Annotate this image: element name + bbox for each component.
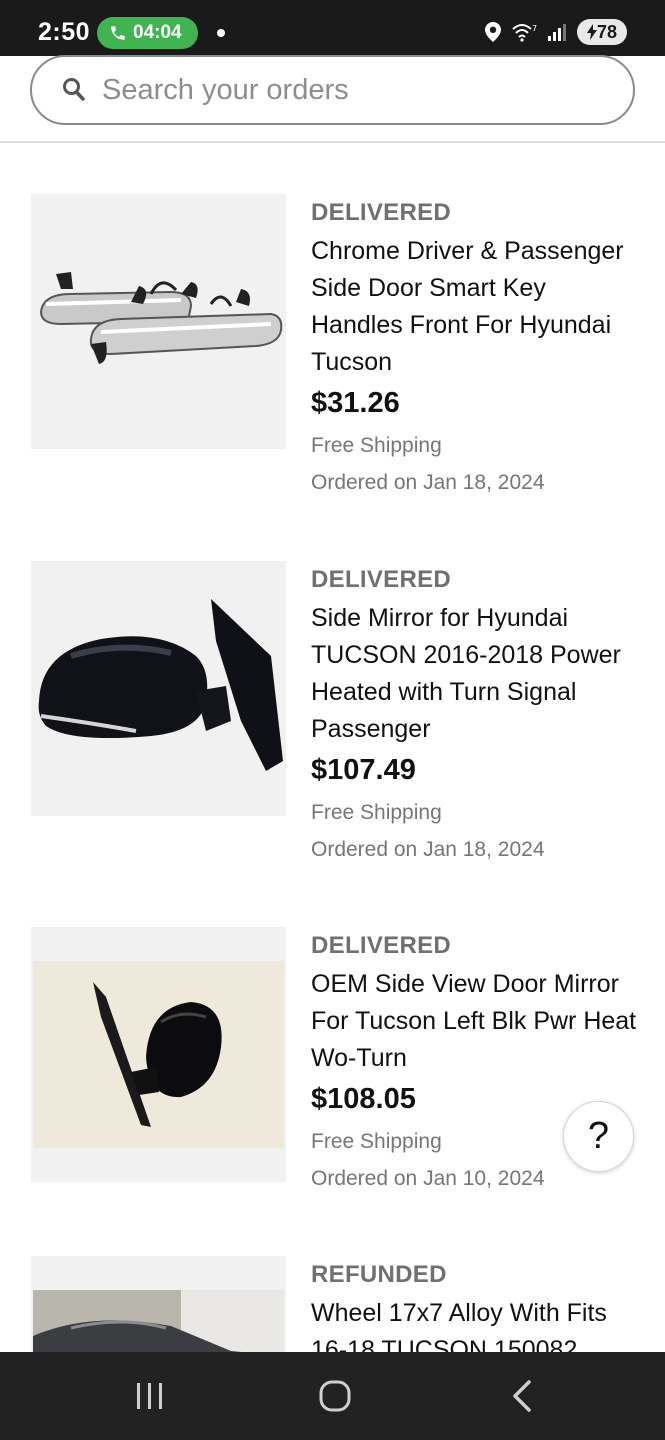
order-date: Ordered on Jan 18, 2024 [311, 838, 545, 861]
product-image[interactable] [31, 194, 286, 449]
signal-icon [548, 24, 566, 41]
battery-level: 78 [596, 21, 618, 42]
notification-dot-icon [217, 29, 225, 37]
status-bar: 2:50 04:04 7 78 [0, 0, 665, 56]
status-time: 2:50 [38, 18, 91, 46]
recent-apps-button[interactable] [90, 1352, 210, 1440]
home-icon [319, 1380, 351, 1412]
product-image[interactable] [31, 1256, 286, 1352]
order-status: DELIVERED [311, 566, 452, 593]
location-icon [485, 22, 501, 42]
system-nav-bar [0, 1352, 665, 1440]
battery-indicator: 78 [577, 19, 627, 45]
charging-bolt-icon [586, 24, 597, 40]
order-shipping: Free Shipping [311, 434, 442, 457]
order-details: DELIVERED Chrome Driver & Passenger Side… [311, 199, 641, 496]
search-input[interactable] [102, 67, 602, 113]
call-indicator[interactable]: 04:04 [97, 17, 198, 49]
order-status: REFUNDED [311, 1261, 447, 1288]
order-status: DELIVERED [311, 932, 452, 959]
help-icon: ? [587, 1115, 610, 1157]
order-price: $107.49 [311, 754, 416, 786]
status-icons: 7 78 [485, 19, 627, 45]
search-icon [63, 78, 85, 101]
order-shipping: Free Shipping [311, 801, 442, 824]
product-image[interactable] [31, 561, 286, 816]
product-image[interactable] [31, 927, 286, 1182]
search-bar [0, 55, 665, 143]
phone-icon [111, 26, 125, 40]
order-price: $31.26 [311, 387, 400, 419]
svg-text:7: 7 [532, 24, 537, 33]
help-button[interactable]: ? [563, 1101, 634, 1172]
home-button[interactable] [275, 1352, 395, 1440]
back-icon [513, 1380, 531, 1412]
wifi-icon: 7 [512, 24, 537, 42]
order-title[interactable]: Chrome Driver & Passenger Side Door Smar… [311, 233, 641, 381]
order-details: DELIVERED Side Mirror for Hyundai TUCSON… [311, 566, 641, 863]
back-button[interactable] [462, 1352, 582, 1440]
order-title[interactable]: OEM Side View Door Mirror For Tucson Lef… [311, 966, 641, 1077]
order-title[interactable]: Side Mirror for Hyundai TUCSON 2016-2018… [311, 600, 641, 748]
order-item[interactable]: REFUNDED Wheel 17x7 Alloy With Fits 16-1… [0, 1256, 665, 1352]
order-title[interactable]: Wheel 17x7 Alloy With Fits 16-18 TUCSON … [311, 1295, 641, 1352]
call-timer: 04:04 [133, 22, 182, 43]
search-field[interactable] [30, 55, 635, 125]
order-details: REFUNDED Wheel 17x7 Alloy With Fits 16-1… [311, 1261, 641, 1352]
order-status: DELIVERED [311, 199, 452, 226]
order-date: Ordered on Jan 18, 2024 [311, 471, 545, 494]
recent-apps-icon [137, 1383, 162, 1409]
